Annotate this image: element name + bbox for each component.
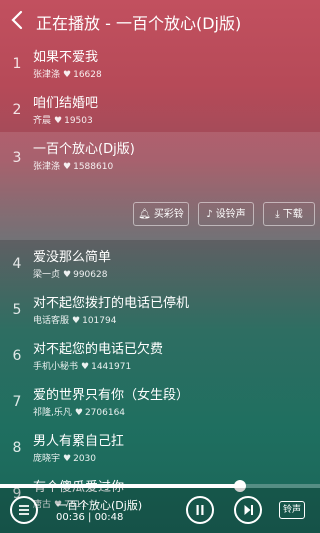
like-count: 1441971	[91, 362, 132, 372]
buy-ringtone-button[interactable]: 🔔︎ 买彩铃	[133, 202, 189, 226]
next-button[interactable]	[234, 496, 262, 524]
song-list: 1 如果不爱我 张津涤 ♥ 16628 2 咱们结婚吧 齐晨 ♥ 19503 3 一百个…	[0, 40, 320, 516]
song-title: 一百个放心(Dj版)	[33, 142, 135, 157]
top-bar: 正在播放 - 一百个放心(Dj版)	[0, 0, 320, 40]
artist-name: 张津涤	[33, 70, 61, 80]
song-title: 男人有累自己扛	[33, 434, 125, 449]
like-count: 2706164	[84, 408, 126, 418]
download-button[interactable]: ⤓ 下载	[263, 202, 315, 226]
song-index: 7	[12, 394, 22, 410]
song-index: 6	[12, 348, 22, 364]
list-item[interactable]: 6 对不起您的电话已欠费 手机小秘书 ♥ 1441971	[0, 332, 320, 378]
heart-icon: ♥	[63, 270, 72, 280]
heart-icon: ♥	[63, 70, 72, 80]
song-meta: 电话客服 ♥ 101794	[33, 313, 116, 326]
list-item[interactable]: 8 男人有累自己扛 庞晓宇 ♥ 2030	[0, 424, 320, 470]
song-meta: 张津涤 ♥ 1588610	[33, 159, 113, 172]
list-item[interactable]: 7 爱的世界只有你（女生段） 祁隆,乐凡 ♥ 2706164	[0, 378, 320, 424]
heart-icon: ♥	[63, 454, 72, 464]
list-icon	[19, 505, 29, 515]
ringtone-button[interactable]: 铃声	[279, 501, 305, 519]
song-index: 5	[12, 302, 22, 318]
artist-name: 庞晓宇	[33, 454, 61, 464]
artist-name: 手机小秘书	[33, 362, 79, 372]
like-count: 101794	[82, 316, 117, 326]
song-index: 8	[12, 440, 22, 456]
player-bar: 一百个放心(Dj版) 00:36 | 00:48 铃声	[0, 488, 320, 533]
song-meta: 梁一贞 ♥ 990628	[33, 267, 107, 280]
heart-icon: ♥	[74, 408, 83, 418]
heart-icon: ♥	[63, 162, 72, 172]
artist-name: 张津涤	[33, 162, 61, 172]
list-item[interactable]: 4 爱没那么简单 梁一贞 ♥ 990628	[0, 240, 320, 286]
song-meta: 庞晓宇 ♥ 2030	[33, 451, 96, 464]
bell-icon: 🔔︎	[138, 209, 151, 220]
download-icon: ⤓	[275, 209, 280, 220]
list-item-playing[interactable]: 3 一百个放心(Dj版) 张津涤 ♥ 1588610 🔔︎ 买彩铃 ♪ 设铃声 ⤓ 下载	[0, 132, 320, 240]
song-title: 爱没那么简单	[33, 250, 112, 265]
list-item[interactable]: 5 对不起您拨打的电话已停机 电话客服 ♥ 101794	[0, 286, 320, 332]
song-index: 3	[12, 150, 22, 166]
playlist-button[interactable]	[10, 496, 38, 524]
song-meta: 张津涤 ♥ 16628	[33, 67, 102, 80]
song-meta: 祁隆,乐凡 ♥ 2706164	[33, 405, 125, 418]
artist-name: 电话客服	[33, 316, 70, 326]
song-index: 1	[12, 56, 22, 72]
song-index: 2	[12, 102, 22, 118]
heart-icon: ♥	[72, 316, 81, 326]
artist-name: 祁隆,乐凡	[33, 408, 72, 418]
now-playing-title: 一百个放心(Dj版)	[56, 499, 143, 512]
heart-icon: ♥	[81, 362, 90, 372]
list-item[interactable]: 1 如果不爱我 张津涤 ♥ 16628	[0, 40, 320, 86]
artist-name: 梁一贞	[33, 270, 61, 280]
page-title: 正在播放 - 一百个放心(Dj版)	[36, 14, 242, 33]
like-count: 2030	[73, 454, 96, 464]
now-playing-time: 00:36 | 00:48	[56, 512, 124, 523]
heart-icon: ♥	[54, 116, 63, 126]
list-item[interactable]: 2 咱们结婚吧 齐晨 ♥ 19503	[0, 86, 320, 132]
like-count: 1588610	[73, 162, 114, 172]
pause-button[interactable]	[186, 496, 214, 524]
song-title: 对不起您拨打的电话已停机	[33, 296, 190, 311]
song-index: 4	[12, 256, 22, 272]
like-count: 19503	[64, 116, 93, 126]
song-title: 爱的世界只有你（女生段）	[33, 388, 190, 403]
chevron-left-icon[interactable]	[6, 8, 30, 32]
skip-next-icon	[244, 505, 253, 515]
like-count: 990628	[73, 270, 108, 280]
song-title: 对不起您的电话已欠费	[33, 342, 164, 357]
song-meta: 齐晨 ♥ 19503	[33, 113, 93, 126]
set-ringtone-button[interactable]: ♪ 设铃声	[198, 202, 254, 226]
song-meta: 手机小秘书 ♥ 1441971	[33, 359, 131, 372]
pause-icon	[196, 505, 204, 515]
song-title: 咱们结婚吧	[33, 96, 99, 111]
song-title: 如果不爱我	[33, 50, 99, 65]
artist-name: 齐晨	[33, 116, 52, 126]
like-count: 16628	[73, 70, 102, 80]
music-note-icon: ♪	[206, 209, 213, 220]
